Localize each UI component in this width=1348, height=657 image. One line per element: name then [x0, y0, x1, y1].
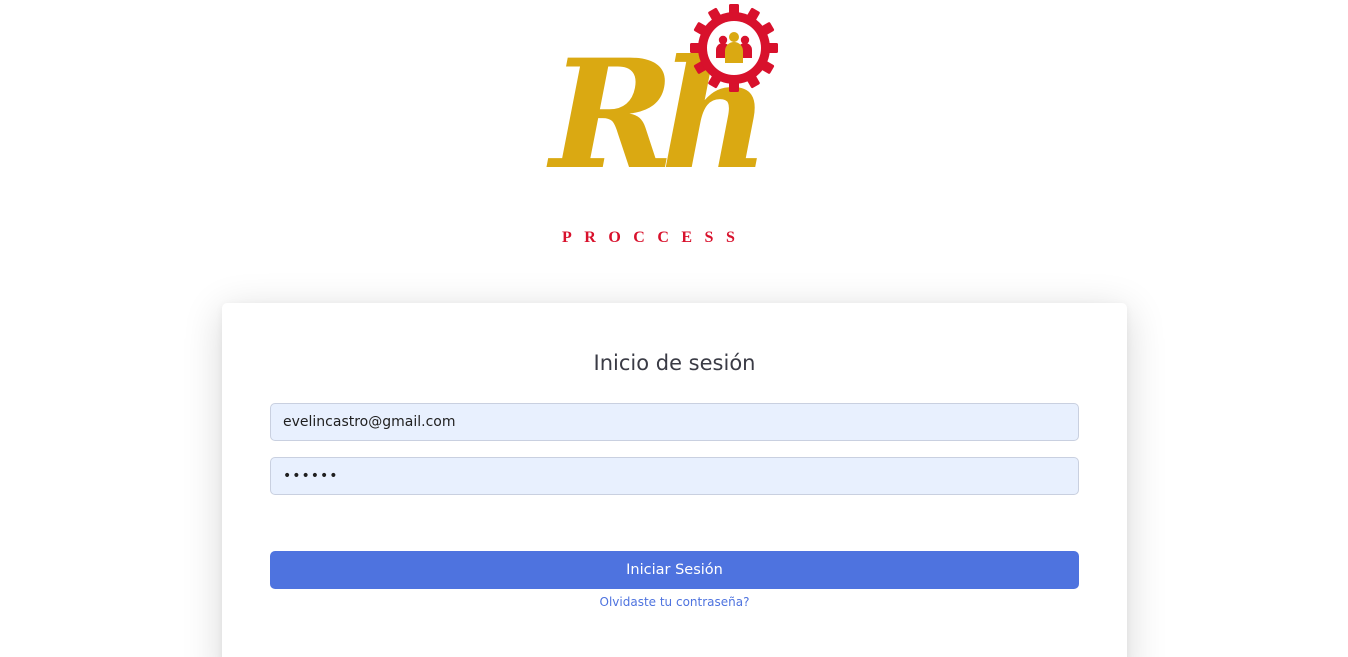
password-field[interactable] [270, 457, 1079, 495]
email-field[interactable] [270, 403, 1079, 441]
login-title: Inicio de sesión [593, 351, 756, 375]
login-button[interactable]: Iniciar Sesión [270, 551, 1079, 589]
gear-people-icon [688, 2, 780, 94]
login-card: Inicio de sesión Iniciar Sesión Olvidast… [222, 303, 1127, 657]
login-page: Rh PROCCESS Inicio de sesión evelincastr… [0, 0, 1348, 657]
gear-svg [690, 4, 778, 92]
logo-brand-text: PROCCESS [562, 229, 748, 246]
forgot-password-link[interactable]: Olvidaste tu contraseña? [222, 595, 1127, 609]
brand-logo: Rh PROCCESS [540, 0, 790, 260]
